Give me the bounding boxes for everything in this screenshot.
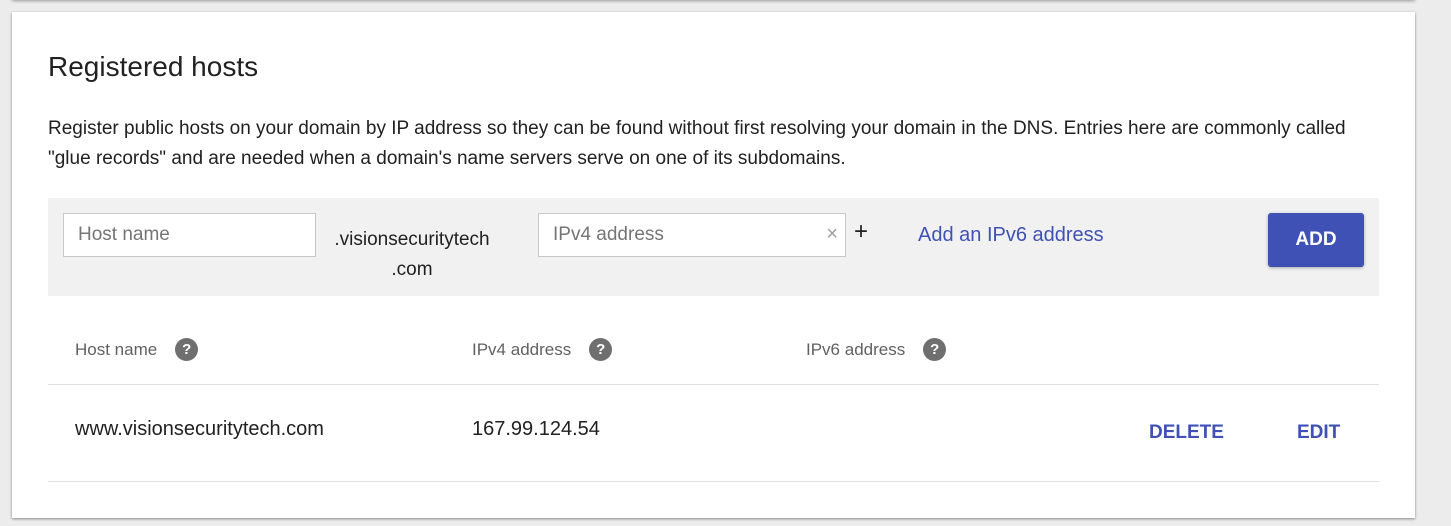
column-header-ipv4-address: IPv4 address ? [472, 338, 613, 361]
column-header-label: IPv4 address [472, 339, 572, 359]
help-icon[interactable]: ? [923, 338, 947, 361]
registered-hosts-card: Registered hosts Register public hosts o… [12, 12, 1415, 518]
host-name-input[interactable] [63, 213, 316, 257]
domain-suffix: .visionsecuritytech .com [322, 225, 502, 285]
delete-button[interactable]: DELETE [1149, 422, 1224, 444]
section-title: Registered hosts [48, 51, 259, 82]
add-button[interactable]: ADD [1268, 213, 1364, 267]
column-header-label: Host name [75, 339, 158, 359]
table-divider [48, 384, 1379, 385]
add-host-form: .visionsecuritytech .com × + Add an IPv6… [48, 198, 1379, 296]
row-ipv4-address: 167.99.124.54 [472, 418, 600, 440]
column-header-host-name: Host name ? [75, 338, 199, 361]
domain-suffix-line2: .com [391, 259, 433, 280]
ipv4-address-input[interactable] [538, 213, 846, 257]
section-description: Register public hosts on your domain by … [48, 118, 1346, 169]
domain-suffix-line1: .visionsecuritytech [334, 229, 490, 250]
help-icon[interactable]: ? [175, 338, 199, 361]
plus-icon: + [854, 218, 869, 245]
ipv4-field: × [538, 213, 846, 257]
table-divider [48, 481, 1379, 482]
column-header-label: IPv6 address [806, 339, 906, 359]
edit-button[interactable]: EDIT [1297, 422, 1340, 444]
row-host-name: www.visionsecuritytech.com [75, 418, 324, 440]
close-icon[interactable]: × [826, 223, 838, 245]
help-icon[interactable]: ? [589, 338, 613, 361]
add-ipv6-address-link[interactable]: Add an IPv6 address [918, 224, 1104, 247]
column-header-ipv6-address: IPv6 address ? [806, 338, 947, 361]
